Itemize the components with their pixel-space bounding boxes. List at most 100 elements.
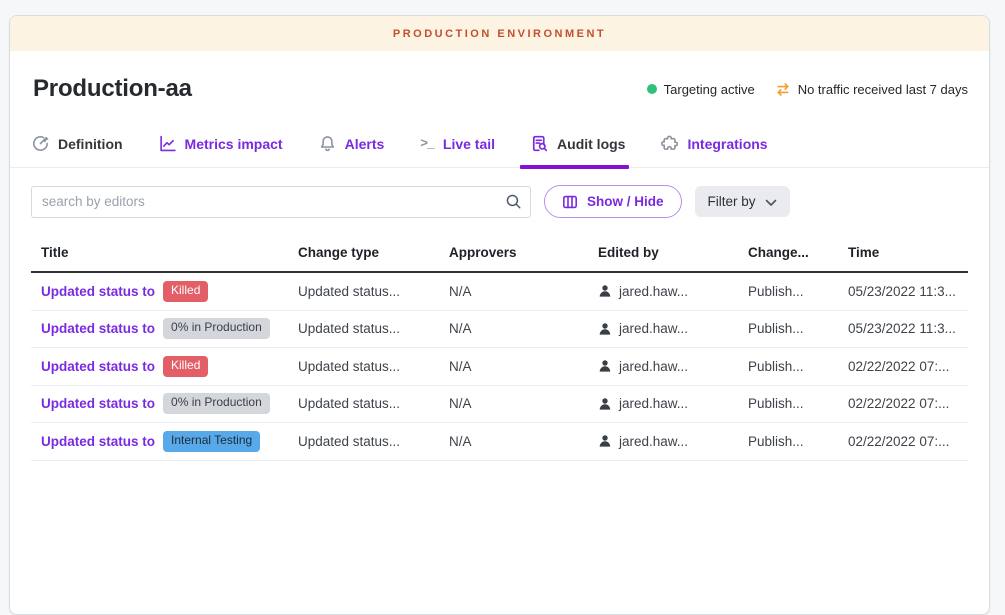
- table-header-row: Title Change type Approvers Edited by Ch…: [31, 237, 968, 273]
- approvers-cell: N/A: [449, 359, 598, 374]
- editor-name: jared.haw...: [619, 284, 688, 299]
- editor-name: jared.haw...: [619, 434, 688, 449]
- show-hide-label: Show / Hide: [587, 194, 664, 209]
- search-icon: [505, 193, 522, 215]
- tab-label: Audit logs: [557, 136, 625, 152]
- table-row: Updated status to 0% in Production Updat…: [31, 311, 968, 349]
- change-type-cell: Updated status...: [298, 396, 449, 411]
- targeting-status-label: Targeting active: [664, 82, 755, 97]
- editor-name: jared.haw...: [619, 396, 688, 411]
- edited-by-cell: jared.haw...: [598, 284, 748, 299]
- person-icon: [598, 284, 612, 298]
- change-cell: Publish...: [748, 284, 848, 299]
- columns-icon: [562, 194, 578, 210]
- page-header: Production-aa Targeting active No traffi…: [10, 51, 989, 122]
- tab-label: Alerts: [345, 136, 385, 152]
- search-input[interactable]: [31, 186, 531, 218]
- audit-entry-link[interactable]: Updated status to: [41, 396, 155, 411]
- show-hide-button[interactable]: Show / Hide: [544, 185, 682, 218]
- tab-metrics-impact[interactable]: Metrics impact: [158, 122, 284, 167]
- edited-by-cell: jared.haw...: [598, 434, 748, 449]
- traffic-arrows-icon: [775, 83, 791, 96]
- definition-icon: [32, 135, 49, 152]
- tab-bar: Definition Metrics impact Alerts >_ Live…: [10, 122, 989, 168]
- change-cell: Publish...: [748, 434, 848, 449]
- audit-entry-link[interactable]: Updated status to: [41, 359, 155, 374]
- table-row: Updated status to Internal Testing Updat…: [31, 423, 968, 461]
- column-header-title: Title: [31, 237, 298, 271]
- status-badge: Internal Testing: [163, 431, 260, 452]
- time-cell: 02/22/2022 07:...: [848, 396, 968, 411]
- status-badge: Killed: [163, 281, 208, 302]
- audit-entry-link[interactable]: Updated status to: [41, 321, 155, 336]
- chevron-down-icon: [765, 199, 777, 207]
- time-cell: 05/23/2022 11:3...: [848, 321, 968, 336]
- approvers-cell: N/A: [449, 434, 598, 449]
- status-group: Targeting active No traffic received las…: [647, 82, 968, 97]
- column-header-change: Change...: [748, 237, 848, 271]
- environment-card: PRODUCTION ENVIRONMENT Production-aa Tar…: [9, 15, 990, 615]
- puzzle-icon: [661, 135, 678, 152]
- audit-entry-link[interactable]: Updated status to: [41, 284, 155, 299]
- editor-name: jared.haw...: [619, 359, 688, 374]
- edited-by-cell: jared.haw...: [598, 321, 748, 336]
- bell-icon: [319, 135, 336, 152]
- person-icon: [598, 322, 612, 336]
- person-icon: [598, 397, 612, 411]
- status-badge: Killed: [163, 356, 208, 377]
- title-cell: Updated status to 0% in Production: [31, 318, 298, 339]
- tab-definition[interactable]: Definition: [31, 122, 124, 167]
- tab-live-tail[interactable]: >_ Live tail: [419, 122, 496, 167]
- person-icon: [598, 359, 612, 373]
- filter-by-label: Filter by: [708, 194, 756, 209]
- change-type-cell: Updated status...: [298, 359, 449, 374]
- title-cell: Updated status to 0% in Production: [31, 393, 298, 414]
- time-cell: 05/23/2022 11:3...: [848, 284, 968, 299]
- column-header-edited-by: Edited by: [598, 237, 748, 271]
- change-cell: Publish...: [748, 321, 848, 336]
- time-cell: 02/22/2022 07:...: [848, 434, 968, 449]
- edited-by-cell: jared.haw...: [598, 396, 748, 411]
- approvers-cell: N/A: [449, 284, 598, 299]
- tab-label: Metrics impact: [185, 136, 283, 152]
- terminal-icon: >_: [420, 136, 434, 151]
- tab-alerts[interactable]: Alerts: [318, 122, 386, 167]
- tab-integrations[interactable]: Integrations: [660, 122, 768, 167]
- change-type-cell: Updated status...: [298, 434, 449, 449]
- table-row: Updated status to Killed Updated status.…: [31, 273, 968, 311]
- filter-by-button[interactable]: Filter by: [695, 186, 790, 217]
- toolbar: Show / Hide Filter by: [10, 168, 989, 231]
- page-title: Production-aa: [33, 75, 192, 103]
- change-cell: Publish...: [748, 359, 848, 374]
- edited-by-cell: jared.haw...: [598, 359, 748, 374]
- tab-label: Live tail: [443, 136, 495, 152]
- status-badge: 0% in Production: [163, 318, 270, 339]
- change-type-cell: Updated status...: [298, 321, 449, 336]
- status-dot: [647, 84, 657, 94]
- targeting-status: Targeting active: [647, 82, 755, 97]
- approvers-cell: N/A: [449, 396, 598, 411]
- column-header-approvers: Approvers: [449, 237, 598, 271]
- metrics-chart-icon: [159, 135, 176, 152]
- tab-audit-logs[interactable]: Audit logs: [530, 122, 626, 167]
- audit-log-table: Title Change type Approvers Edited by Ch…: [31, 237, 968, 461]
- traffic-status-label: No traffic received last 7 days: [798, 82, 968, 97]
- person-icon: [598, 434, 612, 448]
- tab-label: Definition: [58, 136, 123, 152]
- environment-banner: PRODUCTION ENVIRONMENT: [10, 16, 989, 51]
- editor-name: jared.haw...: [619, 321, 688, 336]
- table-row: Updated status to 0% in Production Updat…: [31, 386, 968, 424]
- tab-label: Integrations: [687, 136, 767, 152]
- time-cell: 02/22/2022 07:...: [848, 359, 968, 374]
- title-cell: Updated status to Internal Testing: [31, 431, 298, 452]
- column-header-time: Time: [848, 237, 968, 271]
- approvers-cell: N/A: [449, 321, 598, 336]
- search-box: [31, 186, 531, 218]
- status-badge: 0% in Production: [163, 393, 270, 414]
- change-type-cell: Updated status...: [298, 284, 449, 299]
- traffic-status: No traffic received last 7 days: [775, 82, 968, 97]
- change-cell: Publish...: [748, 396, 848, 411]
- title-cell: Updated status to Killed: [31, 356, 298, 377]
- table-row: Updated status to Killed Updated status.…: [31, 348, 968, 386]
- audit-entry-link[interactable]: Updated status to: [41, 434, 155, 449]
